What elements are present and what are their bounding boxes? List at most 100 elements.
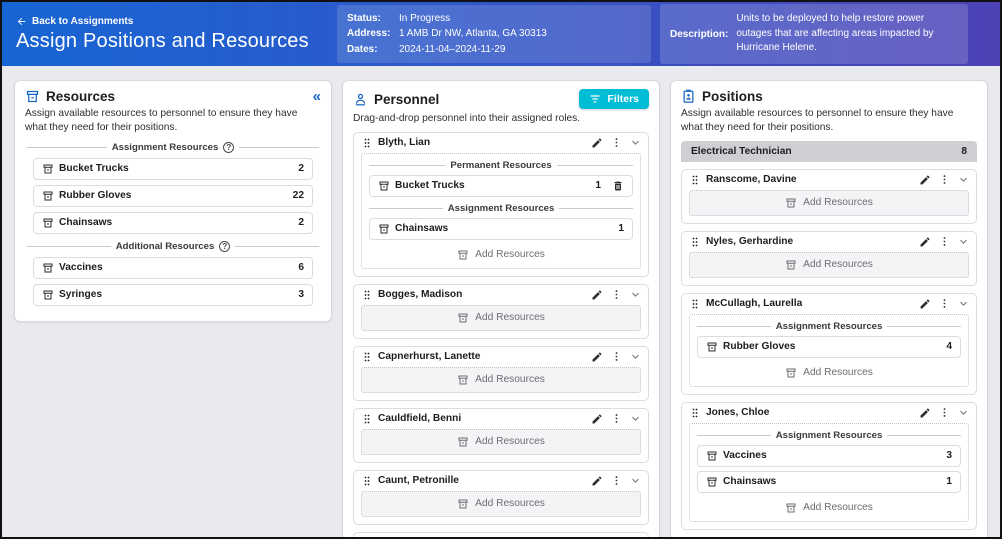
resources-panel: Resources « Assign available resources t… [14, 80, 332, 322]
add-resources-button[interactable]: Add Resources [697, 362, 961, 382]
resource-row[interactable]: Chainsaws2 [33, 212, 313, 234]
person-card-header[interactable]: Chidler, Moore [354, 533, 648, 539]
section-divider: Permanent Resources [369, 160, 633, 171]
divider-line [369, 165, 445, 166]
edit-icon[interactable] [919, 174, 931, 186]
person-card: McCullagh, LaurellaAssignment ResourcesR… [681, 293, 977, 395]
positions-panel-header: Positions [681, 89, 977, 104]
drag-handle-icon[interactable] [361, 413, 373, 425]
chevron-down-icon[interactable] [630, 351, 641, 362]
more-menu-icon[interactable] [611, 289, 622, 300]
person-card-header[interactable]: Ranscome, Davine [682, 170, 976, 189]
drag-handle-icon[interactable] [689, 174, 701, 186]
edit-icon[interactable] [919, 407, 931, 419]
resource-row[interactable]: Rubber Gloves4 [697, 336, 961, 358]
chevron-down-icon[interactable] [958, 174, 969, 185]
more-menu-icon[interactable] [939, 174, 950, 185]
card-actions [591, 475, 641, 487]
add-resources-label: Add Resources [803, 197, 873, 208]
add-resources-button[interactable]: Add Resources [361, 491, 641, 517]
back-link-label: Back to Assignments [32, 16, 133, 27]
add-resources-button[interactable]: Add Resources [689, 190, 969, 216]
edit-icon[interactable] [591, 289, 603, 301]
add-resources-label: Add Resources [803, 259, 873, 270]
add-resources-label: Add Resources [475, 498, 545, 509]
more-menu-icon[interactable] [611, 413, 622, 424]
resource-row[interactable]: Bucket Trucks2 [33, 158, 313, 180]
resource-box-icon [457, 498, 469, 510]
drag-handle-icon[interactable] [689, 236, 701, 248]
chevron-down-icon[interactable] [958, 407, 969, 418]
person-card-header[interactable]: Bogges, Madison [354, 285, 648, 304]
more-menu-icon[interactable] [939, 407, 950, 418]
resource-row[interactable]: Chainsaws1 [369, 218, 633, 240]
drag-handle-icon[interactable] [361, 351, 373, 363]
section-divider: Assignment Resources [369, 203, 633, 214]
person-card-header[interactable]: Capnerhurst, Lanette [354, 347, 648, 366]
resource-count: 2 [298, 163, 304, 174]
more-menu-icon[interactable] [611, 475, 622, 486]
filters-button[interactable]: Filters [579, 89, 649, 109]
edit-icon[interactable] [591, 137, 603, 149]
drag-handle-icon[interactable] [361, 289, 373, 301]
resource-row[interactable]: Chainsaws1 [697, 471, 961, 493]
chevron-down-icon[interactable] [630, 137, 641, 148]
edit-icon[interactable] [591, 475, 603, 487]
resource-name: Rubber Gloves [723, 341, 795, 352]
resource-row[interactable]: Syringes3 [33, 284, 313, 306]
person-card: Cauldfield, BenniAdd Resources [353, 408, 649, 463]
resource-box-icon [785, 502, 797, 514]
person-card-header[interactable]: Cauldfield, Benni [354, 409, 648, 428]
edit-icon[interactable] [591, 413, 603, 425]
trash-icon[interactable] [612, 180, 624, 192]
add-resources-button[interactable]: Add Resources [689, 252, 969, 278]
position-group-header[interactable]: Electrical Technician 8 [681, 141, 977, 162]
positions-list: Ranscome, Davine Add Resources Nyles, Gerh… [681, 169, 977, 539]
add-resources-button[interactable]: Add Resources [361, 305, 641, 331]
collapse-panel-icon[interactable]: « [313, 89, 321, 104]
chevron-down-icon[interactable] [630, 413, 641, 424]
chevron-down-icon[interactable] [958, 298, 969, 309]
description-value: Units to be deployed to help restore pow… [736, 12, 958, 56]
chevron-down-icon[interactable] [630, 289, 641, 300]
add-resources-button[interactable]: Add Resources [369, 244, 633, 264]
more-menu-icon[interactable] [611, 137, 622, 148]
chevron-down-icon[interactable] [630, 475, 641, 486]
drag-handle-icon[interactable] [689, 407, 701, 419]
back-link[interactable]: Back to Assignments [16, 16, 328, 27]
person-card-header[interactable]: McCullagh, Laurella [682, 294, 976, 313]
drag-handle-icon[interactable] [361, 475, 373, 487]
person-card: Caunt, Petronille Add Resources [353, 470, 649, 525]
add-resources-button[interactable]: Add Resources [697, 497, 961, 517]
person-card-header[interactable]: Caunt, Petronille [354, 471, 648, 490]
person-icon [353, 92, 368, 107]
more-menu-icon[interactable] [939, 236, 950, 247]
help-icon[interactable]: ? [219, 241, 230, 252]
help-icon[interactable]: ? [223, 142, 234, 153]
resource-row[interactable]: Vaccines3 [697, 445, 961, 467]
add-resources-button[interactable]: Add Resources [361, 429, 641, 455]
dates-row: Dates: 2024-11-04–2024-11-29 [347, 42, 641, 58]
add-resources-label: Add Resources [475, 249, 545, 260]
status-row: Status: In Progress [347, 11, 641, 27]
position-group-count: 8 [961, 146, 967, 157]
more-menu-icon[interactable] [611, 351, 622, 362]
person-card-header[interactable]: Nyles, Gerhardine [682, 232, 976, 251]
resource-row[interactable]: Vaccines6 [33, 257, 313, 279]
resource-row[interactable]: Rubber Gloves22 [33, 185, 313, 207]
drag-handle-icon[interactable] [361, 137, 373, 149]
add-resources-label: Add Resources [475, 312, 545, 323]
card-resources: Permanent Resources Bucket Trucks1 Assignm… [361, 153, 641, 269]
chevron-down-icon[interactable] [958, 236, 969, 247]
edit-icon[interactable] [591, 351, 603, 363]
person-card-header[interactable]: Blyth, Lian [354, 133, 648, 152]
edit-icon[interactable] [919, 298, 931, 310]
resource-row[interactable]: Bucket Trucks1 [369, 175, 633, 197]
divider-line [369, 208, 443, 209]
more-menu-icon[interactable] [939, 298, 950, 309]
person-card-header[interactable]: Jones, Chloe [682, 403, 976, 422]
add-resources-button[interactable]: Add Resources [361, 367, 641, 393]
resource-box-icon [785, 259, 797, 271]
drag-handle-icon[interactable] [689, 298, 701, 310]
edit-icon[interactable] [919, 236, 931, 248]
